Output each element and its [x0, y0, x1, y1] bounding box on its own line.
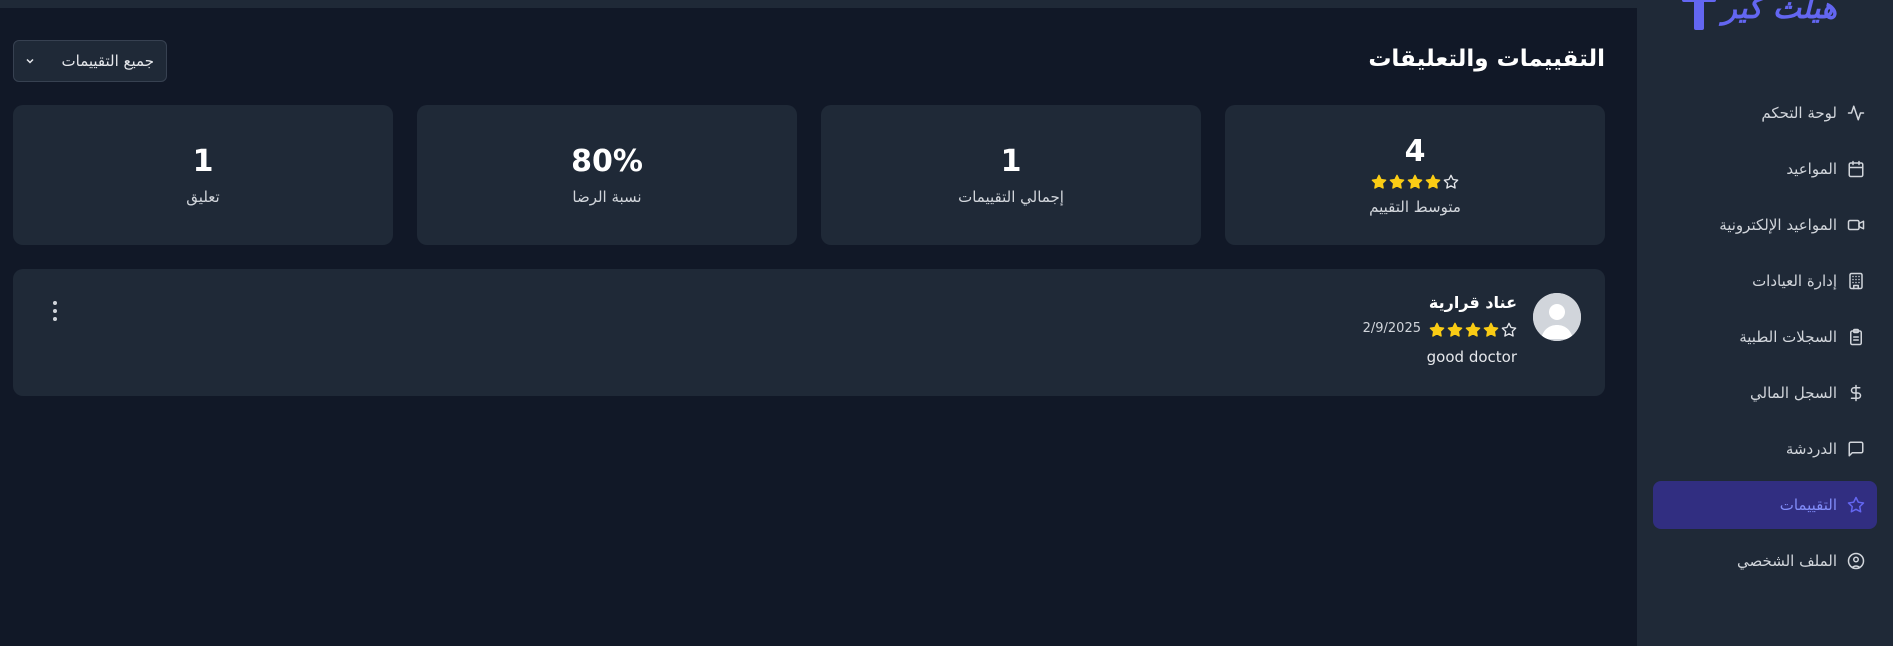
review-stars [1429, 322, 1517, 338]
rating-filter-select[interactable]: جميع التقييمات [13, 40, 167, 82]
sidebar-item-label: الملف الشخصي [1737, 552, 1837, 570]
user-circle-icon [1847, 552, 1865, 570]
activity-icon [1847, 105, 1865, 121]
sidebar-item-label: السجل المالي [1750, 384, 1837, 402]
average-rating-label: متوسط التقييم [1369, 198, 1461, 216]
star-filled-icon [1389, 174, 1405, 189]
sidebar-nav: لوحة التحكم المواعيد المواعيد الإلكترونية إ… [1653, 89, 1877, 593]
comments-card: 1 تعليق [13, 105, 393, 245]
page-title: التقييمات والتعليقات [1368, 46, 1605, 72]
sidebar-item-activity[interactable]: لوحة التحكم [1653, 89, 1877, 137]
dollar-icon [1850, 384, 1862, 402]
rating-filter-value: جميع التقييمات [61, 52, 155, 70]
logo[interactable]: هيلث كير [1682, 0, 1837, 30]
comments-value: 1 [192, 144, 214, 179]
sidebar-item-label: إدارة العيادات [1752, 272, 1837, 290]
review-date: 2/9/2025 [1362, 320, 1421, 336]
star-empty-icon [1443, 174, 1459, 189]
star-filled-icon [1429, 322, 1445, 337]
sidebar-item-building[interactable]: إدارة العيادات [1653, 257, 1877, 305]
star-filled-icon [1465, 322, 1481, 337]
comments-label: تعليق [186, 188, 220, 206]
stats-row: 4 متوسط التقييم 1 إجمالي التقييمات 80% ن… [13, 105, 1605, 245]
building-icon [1849, 272, 1863, 290]
total-ratings-label: إجمالي التقييمات [958, 188, 1064, 206]
clipboard-icon [1850, 328, 1862, 346]
sidebar-item-user-circle[interactable]: الملف الشخصي [1653, 537, 1877, 585]
star-filled-icon [1371, 174, 1387, 189]
sidebar-item-video[interactable]: المواعيد الإلكترونية [1653, 201, 1877, 249]
review-meta: 2/9/2025 [1363, 318, 1517, 338]
review-card: عناد قرارية 2/9/2025 good doctor [13, 269, 1605, 396]
sidebar-item-label: الدردشة [1785, 440, 1837, 458]
average-rating-value: 4 [1404, 134, 1426, 169]
sidebar-item-label: السجلات الطبية [1739, 328, 1837, 346]
review-text: good doctor [1426, 348, 1517, 366]
star-icon [1847, 496, 1865, 513]
top-bar [0, 0, 1637, 8]
sidebar-item-label: المواعيد الإلكترونية [1719, 216, 1837, 234]
sidebar-item-label: المواعيد [1786, 160, 1837, 178]
average-rating-stars [1371, 174, 1459, 190]
video-icon [1847, 219, 1865, 231]
satisfaction-card: 80% نسبة الرضا [417, 105, 797, 245]
user-avatar-icon [1533, 293, 1581, 341]
medical-cross-icon [1682, 0, 1717, 30]
star-filled-icon [1425, 174, 1441, 189]
average-rating-card: 4 متوسط التقييم [1225, 105, 1605, 245]
chat-icon [1848, 441, 1864, 457]
reviewer-name: عناد قرارية [1428, 293, 1517, 312]
more-options-icon[interactable] [49, 301, 61, 321]
star-filled-icon [1483, 322, 1499, 337]
sidebar-item-clipboard[interactable]: السجلات الطبية [1653, 313, 1877, 361]
sidebar-item-chat[interactable]: الدردشة [1653, 425, 1877, 473]
satisfaction-value: 80% [571, 144, 643, 179]
star-empty-icon [1501, 322, 1517, 337]
sidebar-item-label: لوحة التحكم [1761, 104, 1837, 122]
total-ratings-card: 1 إجمالي التقييمات [821, 105, 1201, 245]
sidebar-item-calendar[interactable]: المواعيد [1653, 145, 1877, 193]
sidebar: هيلث كير لوحة التحكم المواعيد المواعيد الإ… [1637, 0, 1893, 646]
calendar-icon [1848, 160, 1864, 178]
star-filled-icon [1407, 174, 1423, 189]
total-ratings-value: 1 [1000, 144, 1022, 179]
satisfaction-label: نسبة الرضا [572, 188, 642, 206]
logo-text: هيلث كير [1722, 0, 1837, 26]
avatar [1533, 293, 1581, 341]
review-body: عناد قرارية 2/9/2025 good doctor [1363, 293, 1517, 366]
sidebar-item-dollar[interactable]: السجل المالي [1653, 369, 1877, 417]
sidebar-item-star[interactable]: التقييمات [1653, 481, 1877, 529]
sidebar-item-label: التقييمات [1779, 496, 1837, 514]
star-filled-icon [1447, 322, 1463, 337]
chevron-down-icon [26, 58, 34, 64]
